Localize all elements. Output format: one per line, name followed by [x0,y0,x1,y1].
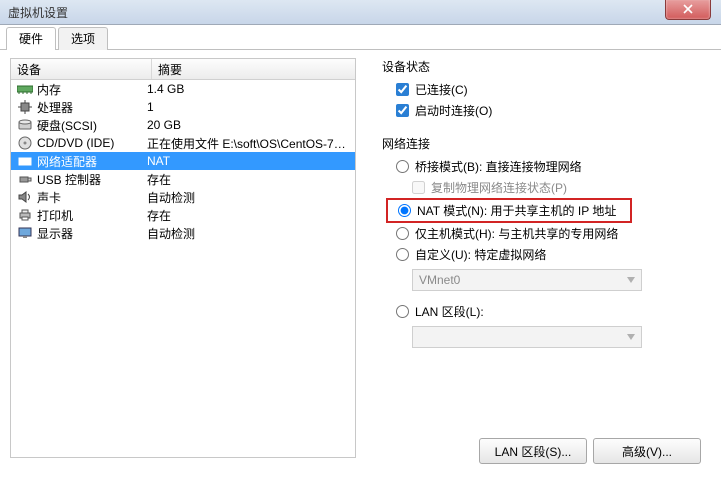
checkbox-label: 已连接(C) [415,81,468,98]
checkbox-replicate-state-input [412,181,425,194]
device-summary: 自动检测 [145,225,355,242]
device-status-group: 设备状态 已连接(C) 启动时连接(O) [382,58,711,121]
radio-nat-input[interactable] [398,204,411,217]
device-list[interactable]: 设备 摘要 内存1.4 GB处理器1硬盘(SCSI)20 GBCD/DVD (I… [10,58,356,458]
device-name: 打印机 [37,207,145,224]
device-name: 硬盘(SCSI) [37,117,145,134]
sound-icon [17,189,33,205]
device-name: 处理器 [37,99,145,116]
nic-icon [17,153,33,169]
device-summary: 20 GB [145,118,355,132]
content-area: 设备 摘要 内存1.4 GB处理器1硬盘(SCSI)20 GBCD/DVD (I… [0,50,721,485]
radio-custom[interactable]: 自定义(U): 特定虚拟网络 [382,244,711,265]
device-row[interactable]: 声卡自动检测 [11,188,355,206]
network-connection-group: 网络连接 桥接模式(B): 直接连接物理网络 复制物理网络连接状态(P) NAT… [382,135,711,348]
device-row[interactable]: USB 控制器存在 [11,170,355,188]
printer-icon [17,207,33,223]
tab-options[interactable]: 选项 [58,27,108,50]
memory-icon [17,81,33,97]
close-icon [683,4,693,14]
device-summary: 正在使用文件 E:\soft\OS\CentOS-7… [145,135,355,152]
disk-icon [17,117,33,133]
radio-label: LAN 区段(L): [415,303,484,320]
cd-icon [17,135,33,151]
radio-hostonly-input[interactable] [396,227,409,240]
titlebar: 虚拟机设置 [0,0,721,25]
checkbox-replicate-state: 复制物理网络连接状态(P) [382,177,711,198]
device-summary: 存在 [145,207,355,224]
device-row[interactable]: 内存1.4 GB [11,80,355,98]
device-row[interactable]: 打印机存在 [11,206,355,224]
radio-label: NAT 模式(N): 用于共享主机的 IP 地址 [417,202,616,219]
display-icon [17,225,33,241]
button-label: 高级(V)... [622,443,672,460]
device-name: 声卡 [37,189,145,206]
radio-hostonly[interactable]: 仅主机模式(H): 与主机共享的专用网络 [382,223,711,244]
lan-segments-button[interactable]: LAN 区段(S)... [479,438,587,464]
device-row[interactable]: 网络适配器NAT [11,152,355,170]
button-label: LAN 区段(S)... [495,443,572,460]
tab-label: 硬件 [19,32,43,46]
group-title: 设备状态 [382,58,711,75]
custom-network-select: VMnet0 [412,269,642,291]
radio-label: 桥接模式(B): 直接连接物理网络 [415,158,582,175]
device-name: 内存 [37,81,145,98]
nat-highlight-box: NAT 模式(N): 用于共享主机的 IP 地址 [386,198,632,223]
device-row[interactable]: 显示器自动检测 [11,224,355,242]
device-summary: 1.4 GB [145,82,355,96]
checkbox-connect-at-poweron-input[interactable] [396,104,409,117]
group-title: 网络连接 [382,135,711,152]
device-summary: NAT [145,154,355,168]
radio-lan-segment-input[interactable] [396,305,409,318]
radio-label: 自定义(U): 特定虚拟网络 [415,246,546,263]
device-row[interactable]: 处理器1 [11,98,355,116]
checkbox-label: 复制物理网络连接状态(P) [431,179,567,196]
device-name: USB 控制器 [37,171,145,188]
right-panel: 设备状态 已连接(C) 启动时连接(O) 网络连接 桥接模式(B): 直接连接物… [356,58,711,475]
checkbox-connected[interactable]: 已连接(C) [382,79,711,100]
lan-segment-select [412,326,642,348]
select-value: VMnet0 [419,273,460,287]
vm-settings-window: 虚拟机设置 硬件 选项 设备 摘要 内存1.4 GB处理器1硬盘(SCSI)20… [0,0,721,501]
chevron-down-icon [625,274,637,286]
tab-hardware[interactable]: 硬件 [6,27,56,50]
cpu-icon [17,99,33,115]
device-summary: 存在 [145,171,355,188]
chevron-down-icon [625,331,637,343]
window-title: 虚拟机设置 [8,4,68,21]
device-name: 显示器 [37,225,145,242]
radio-custom-input[interactable] [396,248,409,261]
advanced-button[interactable]: 高级(V)... [593,438,701,464]
device-name: CD/DVD (IDE) [37,136,145,150]
checkbox-label: 启动时连接(O) [415,102,492,119]
tabstrip: 硬件 选项 [0,25,721,50]
radio-lan-segment[interactable]: LAN 区段(L): [382,301,711,322]
device-name: 网络适配器 [37,153,145,170]
device-list-header: 设备 摘要 [11,59,355,80]
device-row[interactable]: 硬盘(SCSI)20 GB [11,116,355,134]
col-header-summary[interactable]: 摘要 [152,59,355,79]
usb-icon [17,171,33,187]
col-header-device[interactable]: 设备 [11,59,152,79]
device-row[interactable]: CD/DVD (IDE)正在使用文件 E:\soft\OS\CentOS-7… [11,134,355,152]
device-summary: 1 [145,100,355,114]
radio-bridged-input[interactable] [396,160,409,173]
checkbox-connect-at-poweron[interactable]: 启动时连接(O) [382,100,711,121]
checkbox-connected-input[interactable] [396,83,409,96]
tab-label: 选项 [71,32,95,46]
close-button[interactable] [665,0,711,20]
device-summary: 自动检测 [145,189,355,206]
radio-label: 仅主机模式(H): 与主机共享的专用网络 [415,225,618,242]
button-row: LAN 区段(S)... 高级(V)... [479,438,701,464]
radio-bridged[interactable]: 桥接模式(B): 直接连接物理网络 [382,156,711,177]
